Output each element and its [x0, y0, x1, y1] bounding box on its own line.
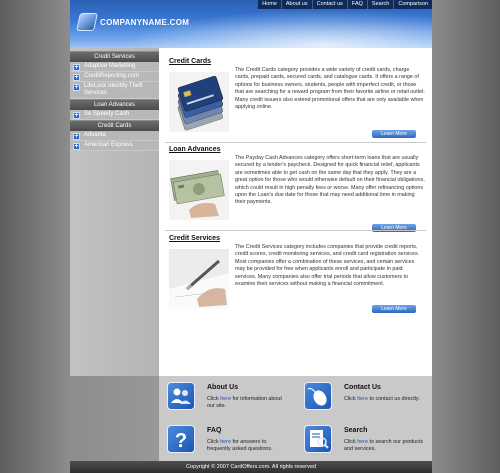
sidebar-heading-credit-cards: Credit Cards — [70, 120, 159, 131]
sidebar-item-label: American Express — [84, 142, 133, 148]
bottom-links-panel: About Us Click here for information abou… — [159, 376, 432, 461]
sidebar-item-american-express[interactable]: + American Express — [70, 141, 159, 151]
tile-link[interactable]: here — [220, 396, 231, 402]
sidebar-item-label: CreditReporting.com — [84, 73, 140, 79]
pen-image — [169, 249, 229, 309]
tile-contact-us[interactable]: Contact Us Click here to contact us dire… — [296, 376, 432, 418]
tile-link[interactable]: here — [357, 396, 368, 402]
mouse-icon — [304, 382, 332, 410]
tile-faq[interactable]: ? FAQ Click here for answers to frequent… — [159, 419, 295, 461]
sidebar-item-label: Se Speedy Cash — [84, 111, 130, 117]
section-text: The Credit Cards category provides a wid… — [235, 67, 425, 111]
question-mark-icon: ? — [167, 425, 195, 453]
sidebar-item-label: LifeLock Identity Theft Services — [84, 83, 143, 96]
tile-search[interactable]: Search Click here to search our products… — [296, 419, 432, 461]
nav-comparison[interactable]: Comparison — [393, 0, 432, 9]
section-title[interactable]: Loan Advances — [169, 146, 220, 153]
plus-icon: + — [73, 132, 80, 140]
logo-text[interactable]: COMPANYNAME.COM — [100, 18, 189, 27]
tile-link[interactable]: here — [220, 439, 231, 445]
tile-text: Click here for information about our sit… — [207, 396, 291, 410]
tile-text: Click here for answers to frequently ask… — [207, 439, 291, 453]
sidebar-item-adaptive-marketing[interactable]: + Adaptive Marketing — [70, 62, 159, 72]
sidebar-item-advanta[interactable]: + Advanta — [70, 131, 159, 141]
tile-title: Contact Us — [344, 384, 381, 391]
learn-more-button[interactable]: Learn More — [372, 305, 416, 313]
nav-about-us[interactable]: About us — [280, 0, 312, 9]
nav-search[interactable]: Search — [366, 0, 394, 9]
section-text: The Credit Services category includes co… — [235, 244, 420, 288]
svg-text:?: ? — [175, 430, 187, 452]
nav-faq[interactable]: FAQ — [346, 0, 367, 9]
plus-icon: + — [73, 142, 80, 150]
main-content: Credit Cards The Credit Cards category p… — [159, 48, 432, 376]
header: COMPANYNAME.COM Home About us Contact us… — [70, 0, 432, 48]
footer: Copyright © 2007 CardOffers.com. All rig… — [70, 461, 432, 473]
logo-icon — [76, 13, 98, 31]
section-title[interactable]: Credit Services — [169, 235, 220, 242]
sidebar-heading-loan-advances: Loan Advances — [70, 99, 159, 110]
people-icon — [167, 382, 195, 410]
section-credit-cards: Credit Cards The Credit Cards category p… — [159, 48, 432, 140]
section-credit-services: Credit Services The Credit Services cate… — [159, 225, 432, 325]
tile-text-pre: Click — [344, 396, 358, 402]
tile-text-pre: Click — [344, 439, 358, 445]
sidebar-item-creditreporting[interactable]: + CreditReporting.com — [70, 72, 159, 82]
sidebar-item-label: Adaptive Marketing — [84, 63, 136, 69]
tile-text: Click here to search our products and se… — [344, 439, 428, 453]
tile-text-post: to contact us directly. — [367, 396, 420, 402]
plus-icon: + — [73, 63, 80, 71]
tile-title: About Us — [207, 384, 239, 391]
nav-home[interactable]: Home — [257, 0, 281, 9]
search-icon — [304, 425, 332, 453]
section-text: The Payday Cash Advances category offers… — [235, 155, 425, 206]
tile-link[interactable]: here — [357, 439, 368, 445]
plus-icon: + — [73, 83, 80, 91]
section-title[interactable]: Credit Cards — [169, 58, 211, 65]
tile-about-us[interactable]: About Us Click here for information abou… — [159, 376, 295, 418]
tile-title: FAQ — [207, 427, 222, 434]
tile-text: Click here to contact us directly. — [344, 396, 428, 403]
top-nav: Home About us Contact us FAQ Search Comp… — [257, 0, 432, 9]
sidebar-item-speedy-cash[interactable]: + Se Speedy Cash — [70, 110, 159, 120]
sidebar-item-label: Advanta — [84, 132, 107, 138]
tile-title: Search — [344, 427, 368, 434]
section-loan-advances: Loan Advances The Payday Cash Advances c… — [159, 136, 432, 234]
sidebar-item-lifelock[interactable]: + LifeLock Identity Theft Services — [70, 82, 159, 99]
plus-icon: + — [73, 73, 80, 81]
nav-contact-us[interactable]: Contact us — [311, 0, 347, 9]
plus-icon: + — [73, 111, 80, 119]
sidebar-heading-credit-services: Credit Services — [70, 51, 159, 62]
page-wrapper: COMPANYNAME.COM Home About us Contact us… — [70, 0, 432, 473]
credit-cards-image — [169, 72, 229, 132]
sidebar: Credit Services + Adaptive Marketing + C… — [70, 48, 159, 376]
cash-image — [169, 160, 229, 220]
tile-text-pre: Click — [207, 396, 221, 402]
tile-text-pre: Click — [207, 439, 221, 445]
